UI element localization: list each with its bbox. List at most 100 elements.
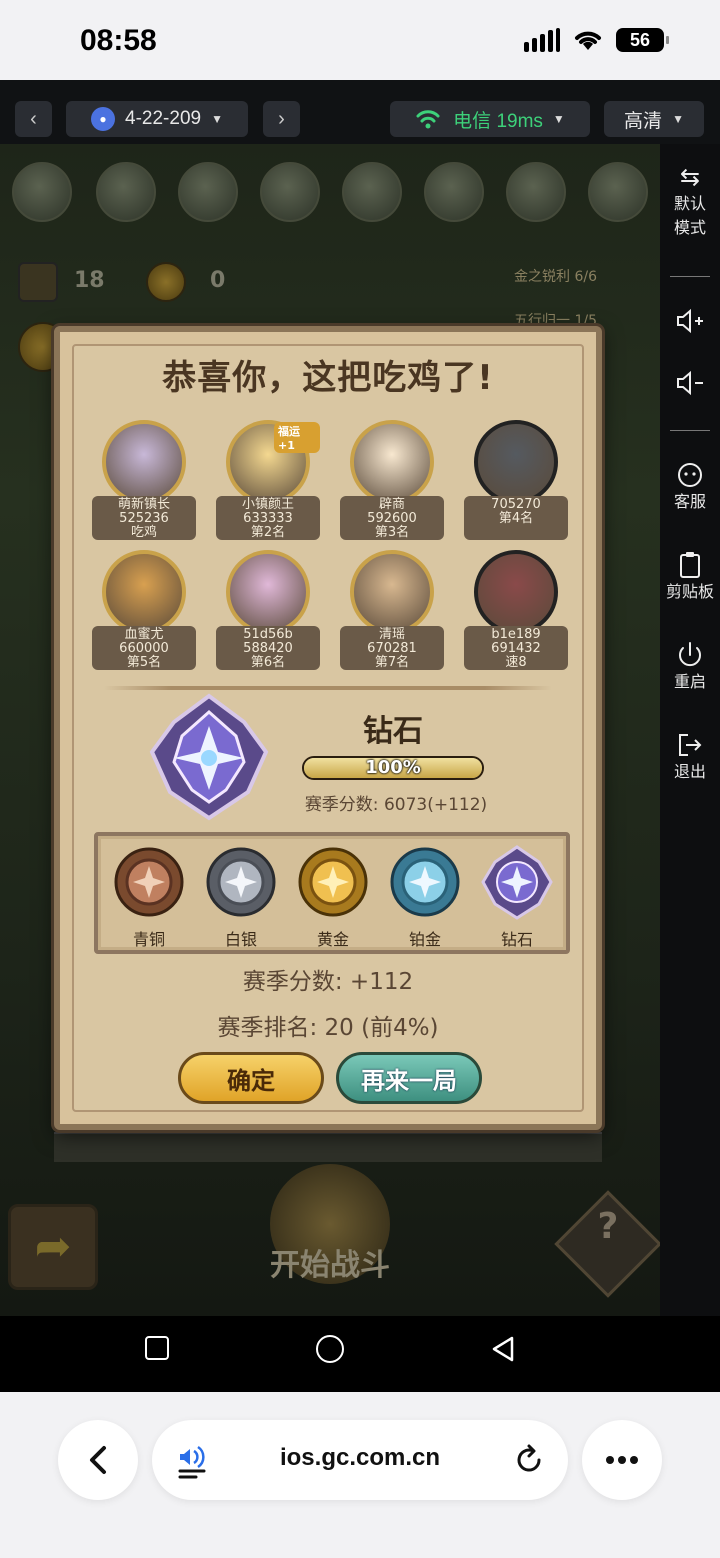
player-avatar (226, 550, 310, 634)
restart-button[interactable]: 重启 (660, 640, 720, 694)
player-id: 660000 (119, 641, 169, 656)
rank-name: 钻石 (363, 714, 423, 749)
rank-label: 黄金 (316, 930, 349, 949)
clipboard-label: 剪贴板 (665, 582, 714, 601)
exit-button[interactable]: 退出 (660, 730, 720, 784)
player-id: 670281 (367, 641, 417, 656)
caret-down-icon: ▼ (552, 112, 565, 126)
player-place: 速8 (505, 655, 527, 670)
volume-down-button[interactable] (660, 368, 720, 398)
player-info: 小镇颜王 633333 第2名 (216, 496, 320, 540)
home-button[interactable] (316, 1335, 344, 1363)
season-rank: 赛季排名: 20 (前4%) (217, 1015, 439, 1041)
player-name: 萌新镇长 (117, 497, 170, 512)
bg-player-avatar (96, 162, 156, 222)
diamond-emblem-icon (481, 845, 553, 920)
coin-value: 0 (210, 268, 226, 293)
volume-up-icon (677, 308, 703, 334)
prev-device-button[interactable]: ‹ (15, 101, 52, 137)
player-card: 血蜜尤 660000 第5名 (92, 550, 196, 690)
player-id: 633333 (243, 511, 293, 526)
season-points-detail: 赛季分数: 6073(+112) (304, 795, 488, 815)
player-card: 辟商 592600 第3名 (340, 420, 444, 560)
cloud-game-toolbar: ‹ ● 4-22-209 ▼ › 电信 19ms ▼ 高清 ▼ (0, 80, 720, 144)
device-selector[interactable]: ● 4-22-209 ▼ (66, 101, 248, 137)
restart-label: 重启 (673, 672, 706, 691)
volume-down-icon (677, 370, 703, 396)
player-name: 51d56b (243, 627, 293, 642)
bg-player-avatar (506, 162, 566, 222)
more-options-button[interactable] (582, 1420, 662, 1500)
default-mode-button[interactable]: ⇆ 默认 模式 (660, 162, 720, 240)
rank-silver: 白银 (196, 844, 286, 950)
clipboard-button[interactable]: 剪贴板 (660, 550, 720, 604)
player-avatar (350, 420, 434, 504)
synergy-bonus: 金之锐利 6/6 (514, 269, 597, 285)
confirm-button[interactable]: 确定 (178, 1052, 324, 1104)
player-id: 691432 (491, 641, 541, 656)
hourglass-icon (18, 262, 58, 302)
chevron-left-icon (90, 1446, 106, 1474)
android-icon: ● (91, 107, 116, 131)
device-label: 4-22-209 (125, 108, 202, 129)
network-selector[interactable]: 电信 19ms ▼ (390, 101, 590, 137)
player-info: b1e189 691432 速8 (464, 626, 568, 670)
back-arrow-button: ➦ (8, 1204, 98, 1290)
player-card: 萌新镇长 525236 吃鸡 (92, 420, 196, 560)
bg-player-avatar (260, 162, 320, 222)
dialog-title: 恭喜你，这把吃鸡了! (162, 358, 494, 398)
player-card: b1e189 691432 速8 (464, 550, 568, 690)
reload-icon[interactable] (512, 1442, 548, 1478)
rank-diamond: 钻石 (472, 844, 562, 950)
platinum-emblem-icon (390, 847, 460, 917)
player-card: 51d56b 588420 第6名 (216, 550, 320, 690)
browser-toolbar: ios.gc.com.cn (0, 1392, 720, 1558)
rank-bronze: 青铜 (104, 844, 194, 950)
support-icon (678, 463, 702, 487)
divider (104, 686, 552, 690)
status-bar: 08:58 56 (0, 0, 720, 80)
support-label: 客服 (673, 492, 706, 511)
player-name: 血蜜尤 (124, 627, 164, 642)
android-nav-bar (0, 1316, 720, 1392)
browser-back-button[interactable] (58, 1420, 138, 1500)
player-avatar (474, 550, 558, 634)
bg-player-avatar (588, 162, 648, 222)
player-place: 第3名 (374, 525, 410, 540)
recents-button[interactable] (145, 1336, 169, 1360)
player-id: 592600 (367, 511, 417, 526)
season-points: 赛季分数: +112 (242, 969, 414, 995)
exit-icon (679, 734, 702, 756)
victory-dialog: 恭喜你，这把吃鸡了! 萌新镇长 525236 吃鸡 福运+1 小镇颜王 633333 第2名… (54, 326, 602, 1130)
url-text: ios.gc.com.cn (279, 1444, 441, 1471)
back-button[interactable] (490, 1334, 516, 1364)
bg-player-avatar (342, 162, 402, 222)
player-badge: 福运+1 (274, 422, 320, 453)
address-bar[interactable]: ios.gc.com.cn (152, 1420, 568, 1500)
player-place: 第7名 (374, 655, 410, 670)
player-info: 血蜜尤 660000 第5名 (92, 626, 196, 670)
silver-emblem-icon (206, 847, 276, 917)
player-name: 小镇颜王 (241, 497, 294, 512)
player-place: 第5名 (126, 655, 162, 670)
player-place: 第4名 (498, 511, 534, 526)
support-button[interactable]: 客服 (660, 460, 720, 514)
player-place: 第6名 (250, 655, 286, 670)
rank-platinum: 铂金 (380, 844, 470, 950)
play-again-button[interactable]: 再来一局 (336, 1052, 482, 1104)
player-info: 705270 第4名 (464, 496, 568, 540)
rank-label: 钻石 (500, 930, 533, 949)
quality-selector[interactable]: 高清 ▼ (604, 101, 704, 137)
rank-progress-text: 100% (365, 757, 421, 778)
swap-icon: ⇆ (679, 163, 701, 191)
player-name: b1e189 (491, 627, 541, 642)
player-info: 51d56b 588420 第6名 (216, 626, 320, 670)
battery-icon: 56 (616, 28, 669, 52)
player-id: 588420 (243, 641, 293, 656)
volume-up-button[interactable] (660, 306, 720, 336)
player-avatar (474, 420, 558, 504)
chevron-right-icon: › (278, 107, 285, 130)
more-dots-icon (606, 1456, 638, 1464)
next-device-button[interactable]: › (263, 101, 300, 137)
player-place: 吃鸡 (130, 525, 157, 540)
